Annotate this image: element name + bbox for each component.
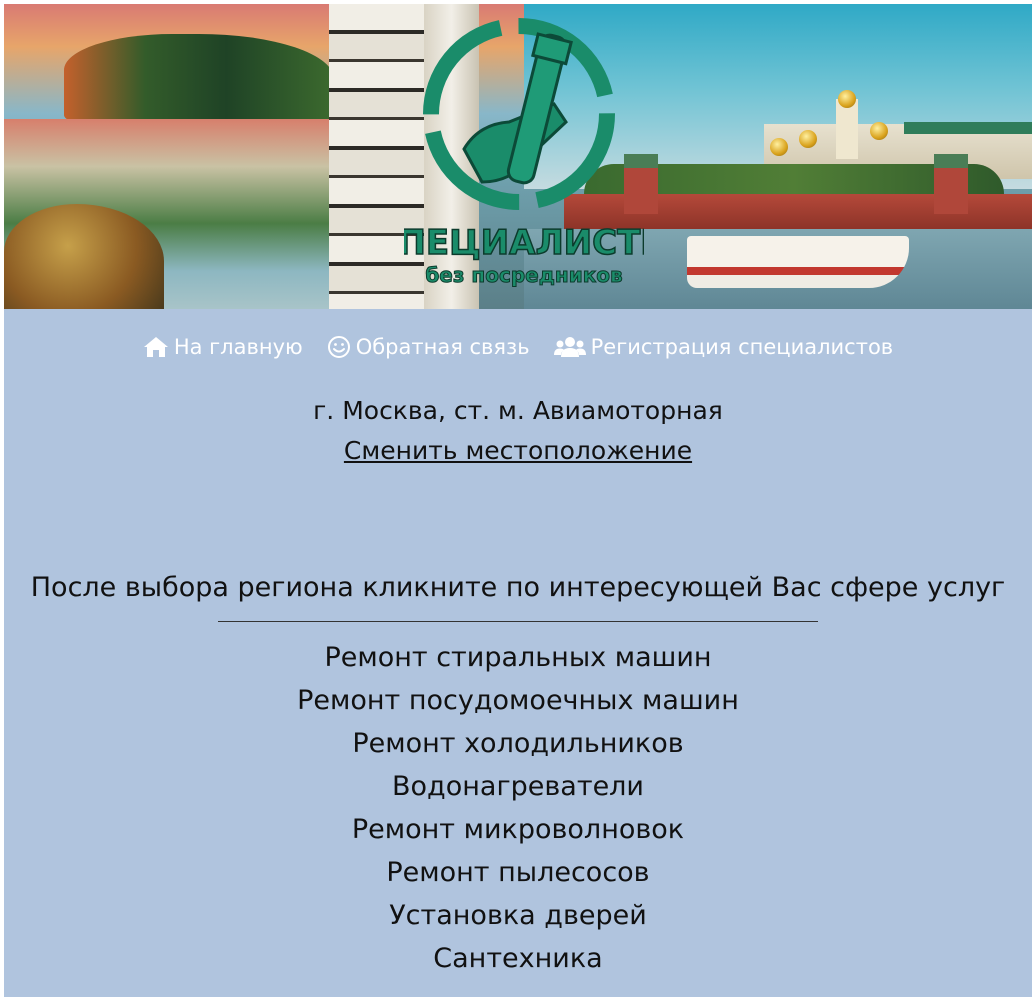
nav-home-link[interactable]: На главную [143,335,303,359]
service-door-installation[interactable]: Установка дверей [4,894,1032,937]
banner-dome [770,138,788,156]
banner-trees-left [64,34,334,124]
nav-feedback-label: Обратная связь [355,335,530,359]
banner-bell-tower [836,99,858,159]
current-location: г. Москва, ст. м. Авиамоторная [313,396,723,425]
smile-icon [327,336,350,358]
service-dishwashers[interactable]: Ремонт посудомоечных машин [4,679,1032,722]
service-water-heaters[interactable]: Водонагреватели [4,765,1032,808]
banner-dome [870,122,888,140]
service-vacuum-cleaners[interactable]: Ремонт пылесосов [4,851,1032,894]
service-washing-machines[interactable]: Ремонт стиральных машин [4,636,1032,679]
banner-dome [799,130,817,148]
header-banner: СПЕЦИАЛИСТЫ без посредников [4,4,1032,309]
divider [218,621,818,622]
nav-register-label: Регистрация специалистов [590,335,894,359]
nav-home-label: На главную [173,335,303,359]
banner-dome [838,90,856,108]
home-icon [143,337,168,357]
wrench-hand-logo: СПЕЦИАЛИСТЫ без посредников [404,18,644,288]
change-location-link[interactable]: Сменить местоположение [344,431,692,471]
service-refrigerators[interactable]: Ремонт холодильников [4,722,1032,765]
banner-palace-roof [904,122,1032,134]
users-icon [553,337,586,357]
page-frame: СПЕЦИАЛИСТЫ без посредников На главную О… [4,4,1032,997]
logo-title: СПЕЦИАЛИСТЫ [404,223,644,263]
nav-register-link[interactable]: Регистрация специалистов [553,335,894,359]
location-block: г. Москва, ст. м. Авиамоторная Сменить м… [4,391,1032,471]
nav-feedback-link[interactable]: Обратная связь [327,335,530,359]
top-navigation: На главную Обратная связь Регистрация сп… [4,329,1032,365]
service-microwaves[interactable]: Ремонт микроволновок [4,808,1032,851]
services-list: Ремонт стиральных машин Ремонт посудомое… [4,636,1032,980]
logo-subtitle: без посредников [425,263,622,287]
banner-boat [687,236,909,288]
service-plumbing[interactable]: Сантехника [4,937,1032,980]
banner-tower [934,154,968,214]
instruction-text: После выбора региона кликните по интерес… [30,572,1006,603]
